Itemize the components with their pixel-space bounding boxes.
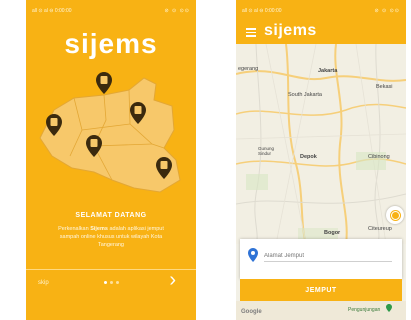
status-bar: all ⊙ al ⊖ 0:00:00 ⊘ ⊙ ⊙⊙ (236, 0, 406, 22)
status-right: ⊘ ⊙ ⊙⊙ (374, 8, 400, 14)
map-screen: all ⊙ al ⊖ 0:00:00 ⊘ ⊙ ⊙⊙ sijems Jakarta… (236, 0, 406, 320)
location-pin-icon (248, 248, 258, 262)
map-label-bekasi: Bekasi (376, 84, 393, 90)
bin-marker (96, 72, 112, 94)
map-label-depok: Depok (300, 154, 317, 160)
google-logo: Google (241, 309, 262, 315)
app-logo: sijems (264, 22, 317, 39)
pickup-address-input[interactable] (264, 253, 392, 262)
map-label-jakarta: Jakarta (318, 68, 338, 74)
map-label-pengunjungan: Pengunjungan (348, 307, 381, 313)
status-right: ⊘ ⊙ ⊙⊙ (164, 8, 190, 14)
welcome-description: Perkenalkan Sijems adalah aplikasi jempu… (54, 225, 168, 249)
onboarding-screen: all ⊙ al ⊖ 0:00:00 ⊘ ⊙ ⊙⊙ sijems SELAMAT… (26, 0, 196, 320)
page-dot-active (103, 281, 107, 284)
map-label-south-jakarta: South Jakarta (288, 92, 322, 98)
map-pin-icon (386, 304, 392, 312)
address-panel (240, 239, 402, 279)
app-logo: sijems (64, 28, 158, 59)
my-location-button[interactable] (386, 206, 404, 224)
jemput-button[interactable]: JEMPUT (240, 279, 402, 301)
menu-icon[interactable] (246, 28, 256, 37)
welcome-title: SELAMAT DATANG (75, 212, 147, 219)
welcome-desc-pre: Perkenalkan (58, 226, 91, 232)
status-bar: all ⊙ al ⊖ 0:00:00 ⊘ ⊙ ⊙⊙ (26, 0, 196, 22)
map-label-cibinong: Cibinong (368, 154, 390, 160)
map-label-gunung: Gunung Sindur (258, 146, 275, 156)
app-bar: all ⊙ al ⊖ 0:00:00 ⊘ ⊙ ⊙⊙ sijems (236, 0, 406, 44)
welcome-desc-brand: Sijems (90, 226, 108, 232)
status-left: all ⊙ al ⊖ 0:00:00 (32, 8, 72, 14)
map-label-citeureup: Citeureup (368, 226, 392, 232)
map-label-tangerang: egerang (238, 66, 259, 72)
status-left: all ⊙ al ⊖ 0:00:00 (242, 8, 282, 14)
map-view[interactable] (236, 44, 406, 244)
page-dot (115, 281, 119, 284)
map-label-bogor: Bogor (324, 230, 341, 236)
next-arrow-button[interactable]: › (169, 270, 176, 290)
my-location-icon (390, 210, 400, 220)
page-dot (109, 281, 113, 284)
region-map-illustration (39, 72, 181, 193)
